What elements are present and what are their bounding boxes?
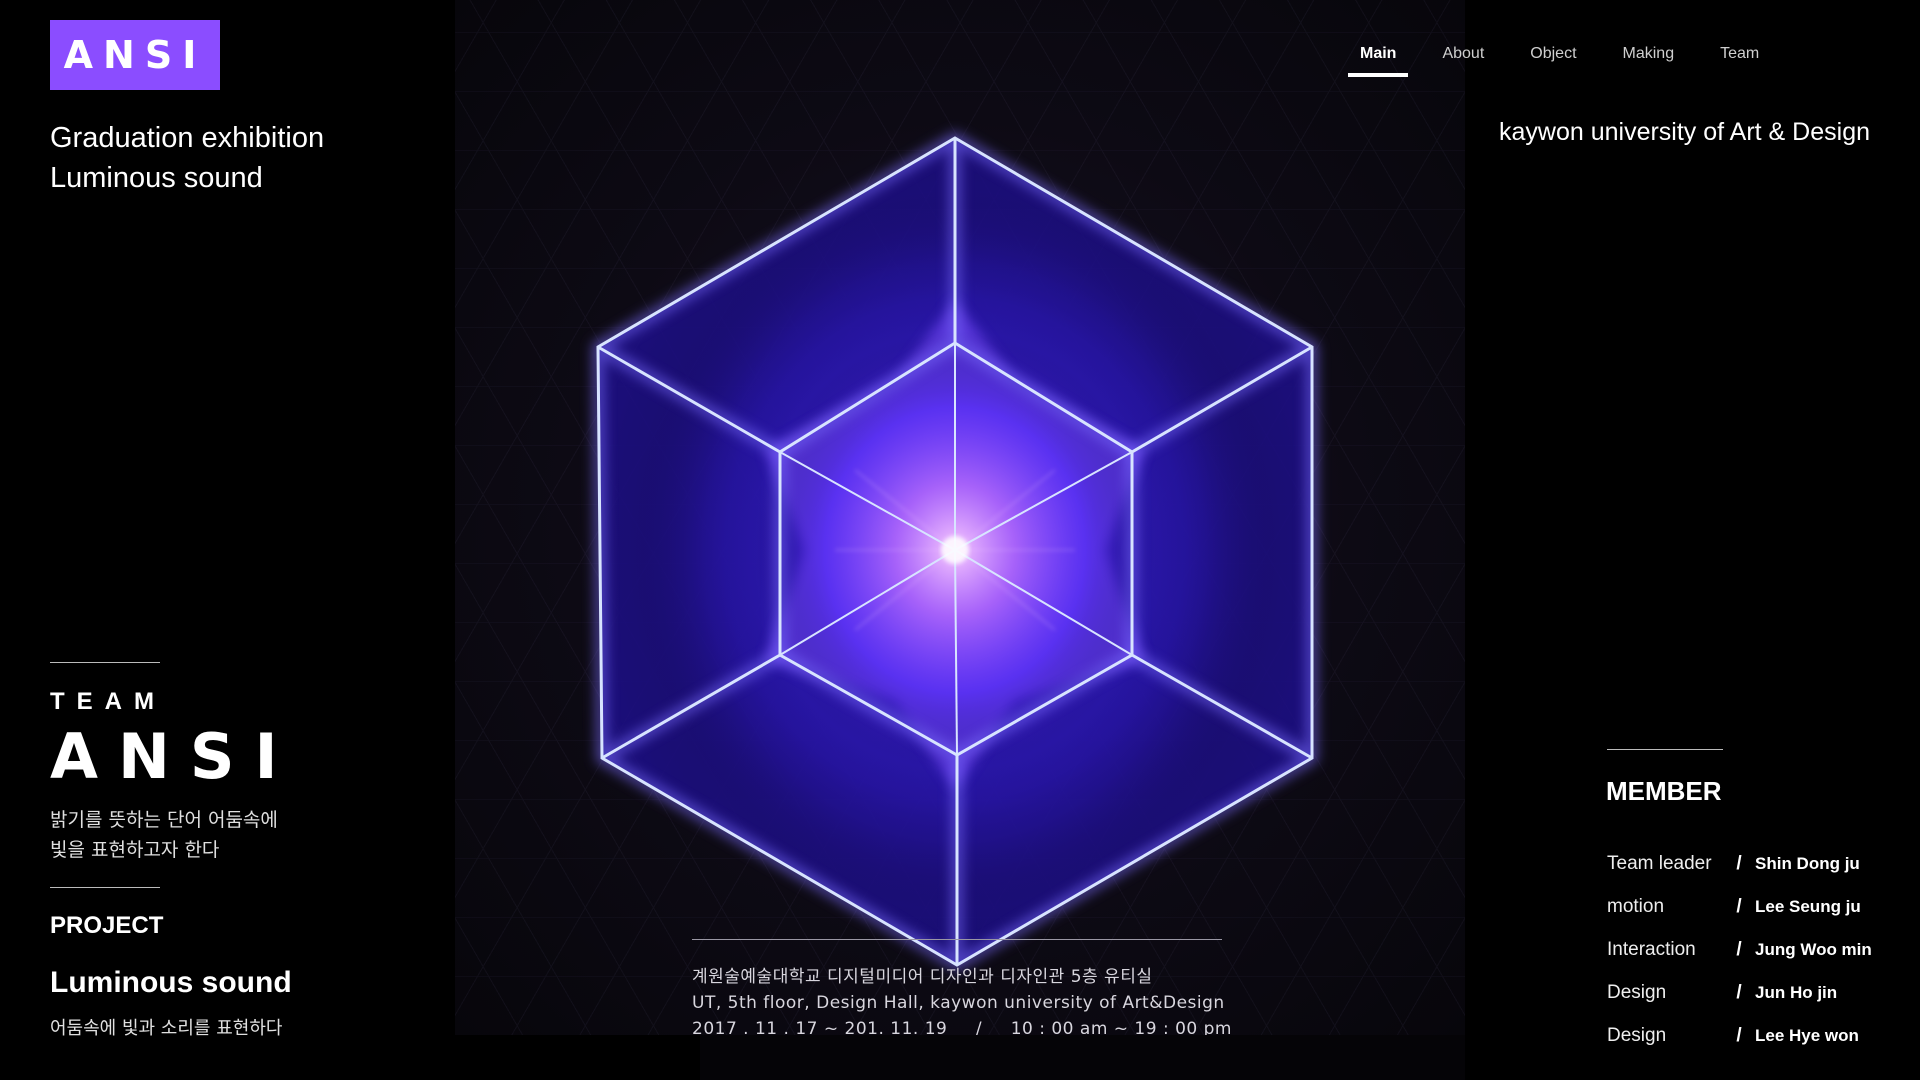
- project-description: 어둠속에 빛과 소리를 표현하다: [50, 1018, 283, 1039]
- team-divider: [50, 662, 160, 663]
- member-role: Design: [1607, 1024, 1667, 1046]
- member-row: motion / Lee Seung ju: [1607, 885, 1872, 928]
- poster-location-english: UT, 5th floor, Design Hall, kaywon unive…: [692, 993, 1225, 1013]
- member-title: MEMBER: [1606, 776, 1722, 806]
- nav-main[interactable]: Main: [1347, 45, 1410, 77]
- team-description-line1: 밝기를 뜻하는 단어 어둠속에: [50, 809, 278, 831]
- ansi-logo[interactable]: ANSI: [50, 20, 220, 90]
- poster-info: 계원술예술대학교 디지털미디어 디자인과 디자인관 5층 유티실 UT, 5th…: [692, 964, 1232, 1035]
- project-name: Luminous sound: [50, 966, 292, 999]
- member-name: Jung Woo min: [1755, 939, 1872, 959]
- member-separator: /: [1736, 895, 1742, 917]
- nav-object[interactable]: Object: [1530, 45, 1576, 77]
- member-row: Team leader / Shin Dong ju: [1607, 842, 1872, 885]
- member-role: Design: [1607, 981, 1667, 1003]
- exhibition-title: Graduation exhibition Luminous sound: [50, 118, 324, 198]
- member-role: Team leader: [1607, 852, 1712, 874]
- ansi-logo-text: ANSI: [63, 33, 207, 77]
- poster-dates: 2017 . 11 . 17 ~ 201. 11. 19: [692, 1019, 948, 1035]
- member-separator: /: [1736, 981, 1742, 1003]
- team-description-line2: 빛을 표현하고자 한다: [50, 839, 220, 861]
- member-row: Interaction / Jung Woo min: [1607, 928, 1872, 971]
- member-name: Lee Seung ju: [1755, 896, 1861, 916]
- university-name: kaywon university of Art & Design: [1499, 118, 1870, 146]
- poster-bottom-strip: [700, 1035, 1465, 1080]
- member-name: Shin Dong ju: [1755, 853, 1860, 873]
- exhibition-poster: 계원술예술대학교 디지털미디어 디자인과 디자인관 5층 유티실 UT, 5th…: [455, 0, 1465, 1035]
- nav-making[interactable]: Making: [1623, 45, 1675, 77]
- exhibition-title-line2: Luminous sound: [50, 162, 263, 194]
- exhibition-title-line1: Graduation exhibition: [50, 122, 325, 154]
- member-separator: /: [1736, 1024, 1742, 1046]
- member-role: Interaction: [1607, 938, 1696, 960]
- member-name: Jun Ho jin: [1755, 982, 1838, 1002]
- poster-location-korean: 계원술예술대학교 디지털미디어 디자인과 디자인관 5층 유티실: [692, 967, 1153, 987]
- poster-time: 10 : 00 am ~ 19 : 00 pm: [1010, 1019, 1232, 1035]
- main-nav: Main About Object Making Team: [1347, 45, 1805, 77]
- member-row: Design / Lee Hye won: [1607, 1014, 1872, 1057]
- member-divider: [1607, 749, 1723, 750]
- member-separator: /: [1736, 852, 1742, 874]
- member-name: Lee Hye won: [1755, 1025, 1859, 1045]
- glowing-cube-graphic: [591, 131, 1318, 972]
- team-label: TEAM: [50, 688, 166, 715]
- nav-team[interactable]: Team: [1720, 45, 1759, 77]
- team-description: 밝기를 뜻하는 단어 어둠속에 빛을 표현하고자 한다: [50, 805, 278, 865]
- member-list: Team leader / Shin Dong ju motion / Lee …: [1607, 842, 1872, 1057]
- member-row: Design / Jun Ho jin: [1607, 971, 1872, 1014]
- member-role: motion: [1607, 895, 1665, 917]
- project-label: PROJECT: [50, 912, 164, 939]
- team-logo: ANSI: [50, 720, 298, 793]
- nav-about[interactable]: About: [1442, 45, 1484, 77]
- poster-schedule: 2017 . 11 . 17 ~ 201. 11. 19/10 : 00 am …: [692, 1016, 1232, 1035]
- member-separator: /: [1736, 938, 1742, 960]
- poster-divider: [692, 939, 1222, 940]
- project-divider: [50, 887, 160, 888]
